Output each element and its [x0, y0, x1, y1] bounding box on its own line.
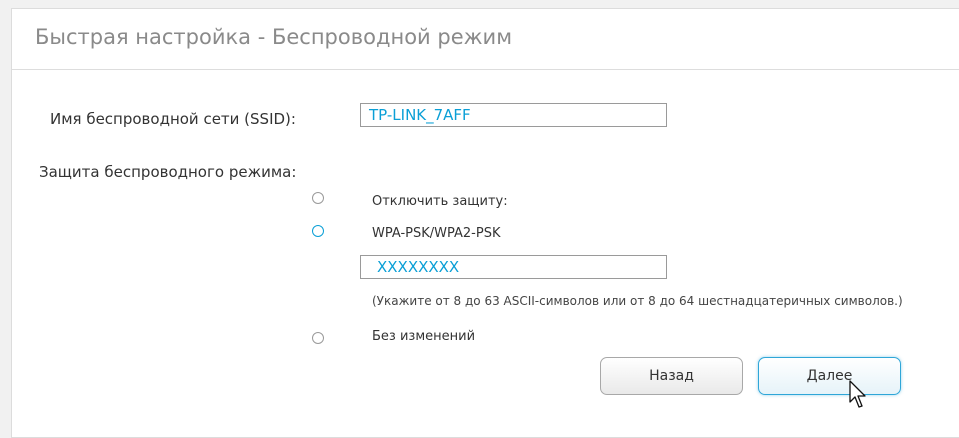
password-input[interactable]: XXXXXXXX [360, 255, 667, 279]
next-button[interactable]: Далее [758, 357, 901, 395]
panel-header: Быстрая настройка - Беспроводной режим [12, 9, 959, 70]
option-wpa-psk-label: WPA-PSK/WPA2-PSK [372, 226, 501, 241]
radio-wpa-psk[interactable] [312, 225, 324, 237]
back-button[interactable]: Назад [600, 357, 743, 395]
ssid-label: Имя беспроводной сети (SSID): [50, 110, 296, 128]
radio-disable-security[interactable] [312, 192, 324, 204]
option-no-change-label: Без изменений [372, 329, 476, 344]
option-disable-security-label: Отключить защиту: [372, 194, 508, 209]
page-title: Быстрая настройка - Беспроводной режим [35, 25, 513, 49]
password-hint: (Укажите от 8 до 63 ASCII-символов или о… [372, 294, 903, 308]
mouse-pointer-icon [849, 380, 866, 408]
radio-no-change[interactable] [312, 332, 324, 344]
security-label: Защита беспроводного режима: [39, 163, 297, 181]
ssid-input[interactable]: TP-LINK_7AFF [360, 103, 667, 127]
